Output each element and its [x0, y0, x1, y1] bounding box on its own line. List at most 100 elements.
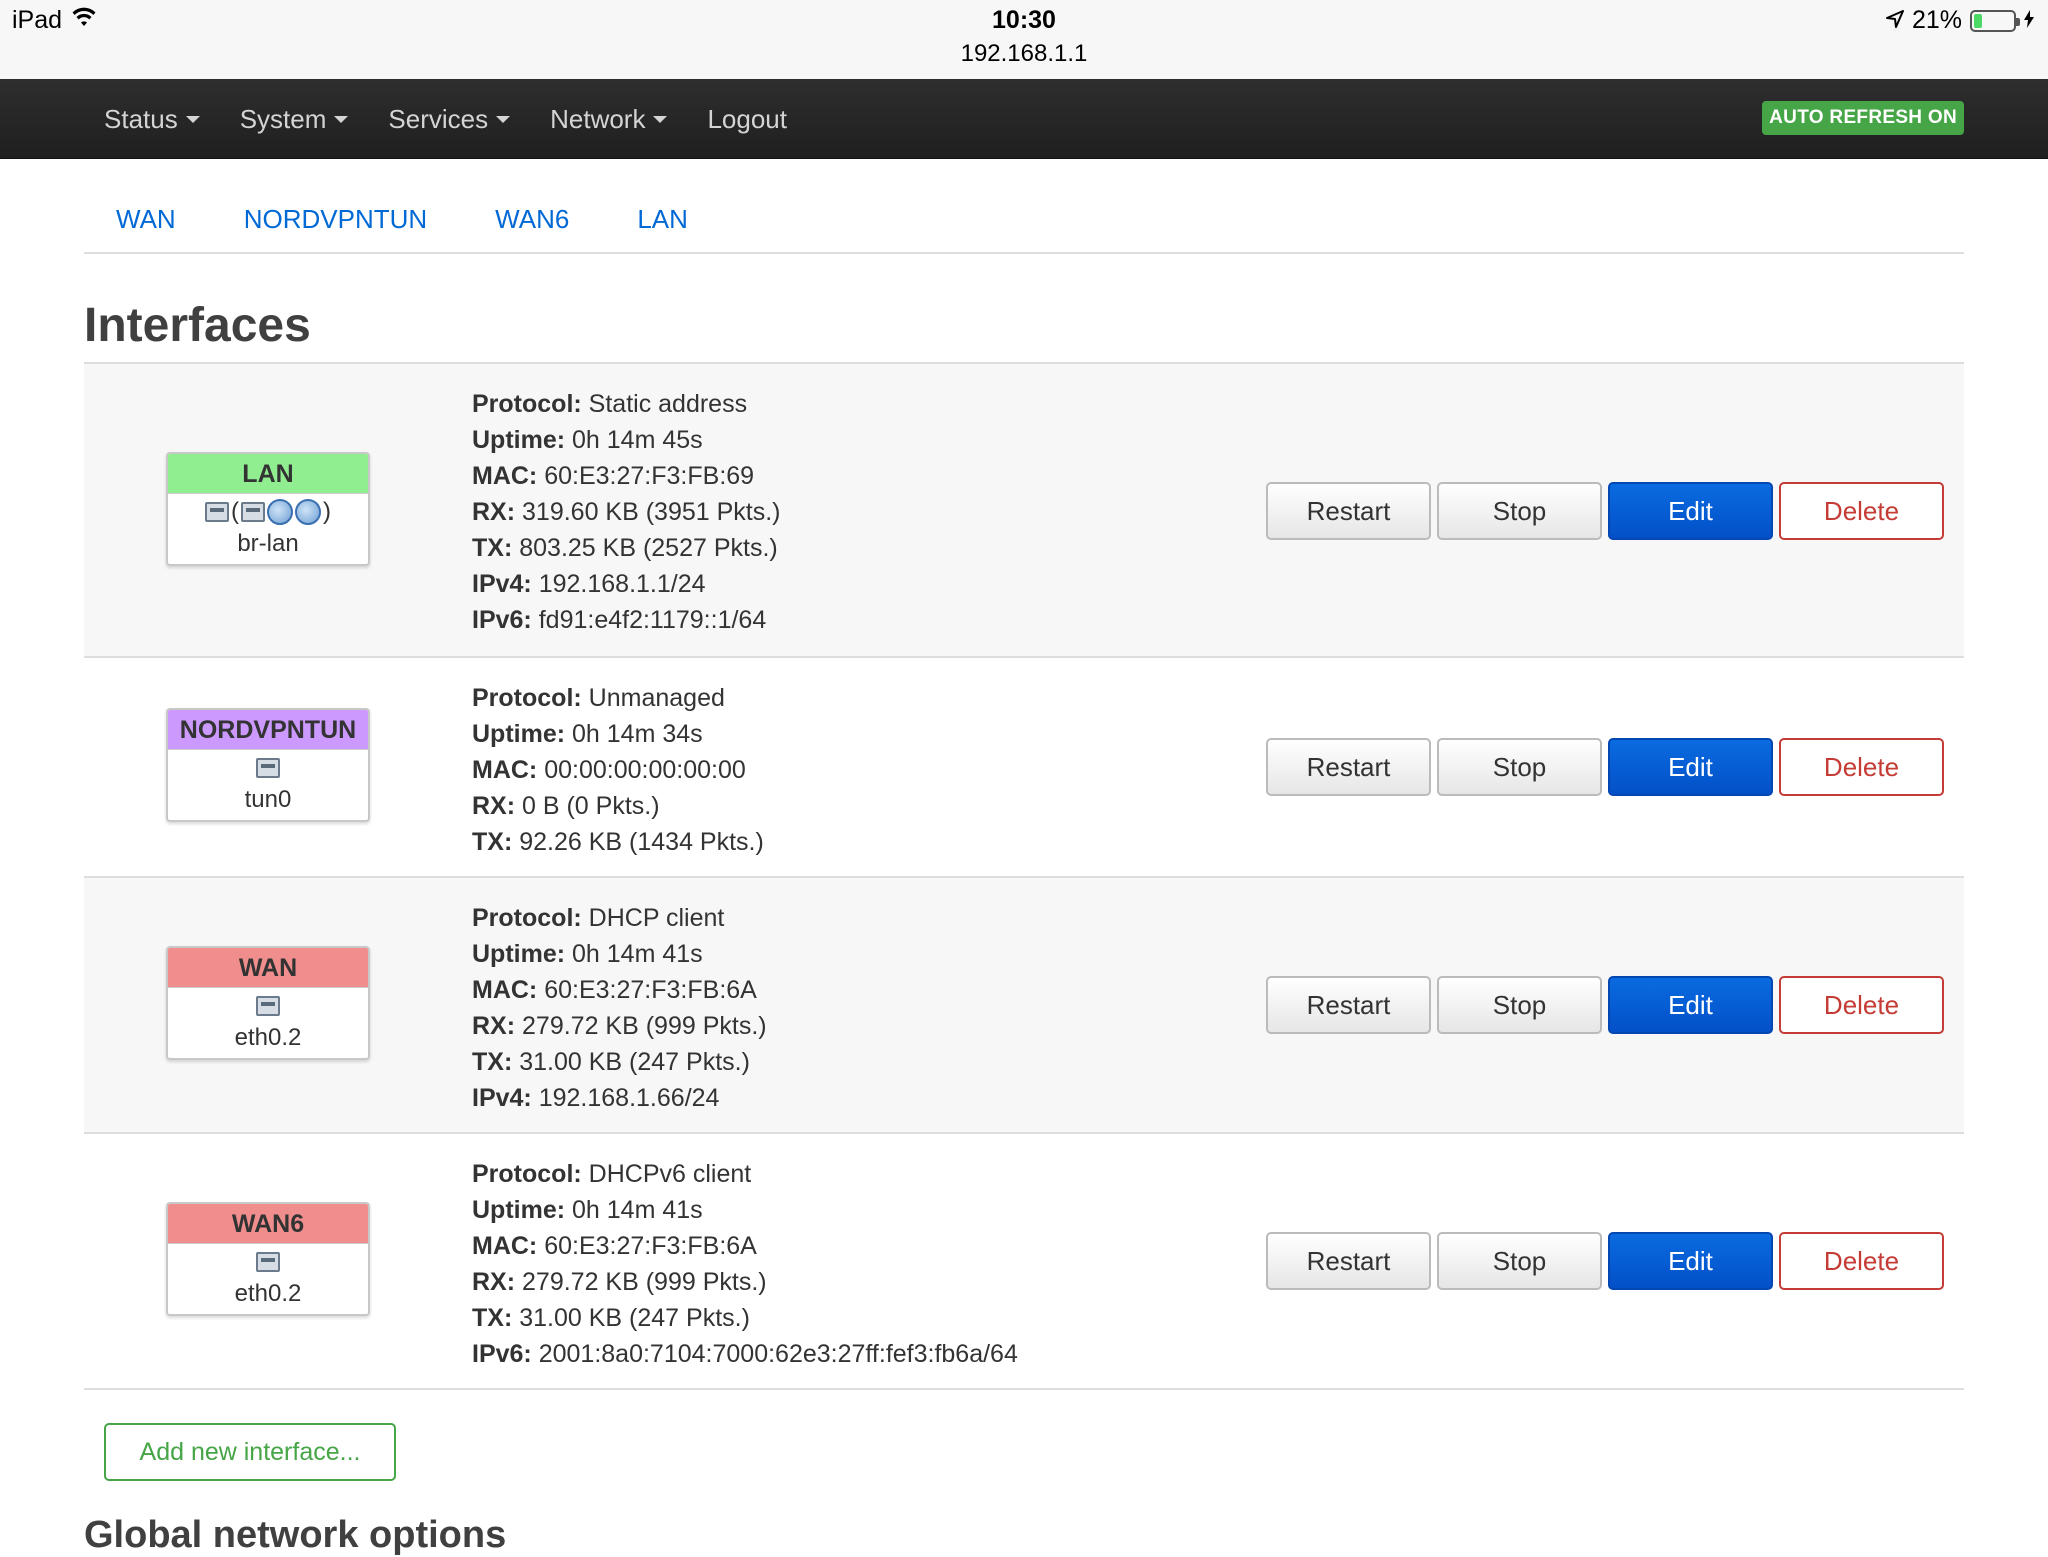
ios-status-bar: iPad 10:30 192.168.1.1 21%: [0, 0, 2048, 79]
battery-icon: [1970, 9, 2020, 32]
device-name: eth0.2: [234, 1024, 302, 1051]
detail-label: IPv6:: [472, 606, 532, 634]
interface-tabs: WAN NORDVPNTUN WAN6 LAN: [84, 190, 1964, 254]
detail-label: MAC:: [472, 462, 538, 490]
interface-name: WAN6: [168, 1204, 368, 1244]
add-interface-button[interactable]: Add new interface...: [104, 1423, 396, 1481]
detail-label: IPv4:: [472, 1084, 532, 1112]
restart-button[interactable]: Restart: [1266, 482, 1431, 540]
nav-item-services[interactable]: Services: [388, 103, 511, 135]
detail-label: MAC:: [472, 1232, 538, 1260]
stop-button[interactable]: Stop: [1437, 976, 1602, 1034]
detail-label: TX:: [472, 1304, 513, 1332]
detail-value: 803.25 KB (2527 Pkts.): [519, 534, 778, 562]
caret-down-icon: [653, 115, 668, 123]
restart-button[interactable]: Restart: [1266, 976, 1431, 1034]
delete-button[interactable]: Delete: [1779, 738, 1944, 796]
detail-line: RX: 279.72 KB (999 Pkts.): [472, 1008, 767, 1044]
detail-value: 0 B (0 Pkts.): [522, 792, 660, 820]
detail-label: Protocol:: [472, 1160, 582, 1188]
detail-value: 319.60 KB (3951 Pkts.): [522, 498, 781, 526]
detail-label: IPv4:: [472, 570, 532, 598]
detail-label: Uptime:: [472, 940, 566, 968]
interface-row: WAN eth0.2 Protocol: DHCP client Uptime: 0h…: [84, 878, 1964, 1134]
interface-row: WAN6 eth0.2 Protocol: DHCPv6 client Uptime:…: [84, 1134, 1964, 1390]
tab-lan[interactable]: LAN: [605, 190, 720, 252]
delete-button[interactable]: Delete: [1779, 1232, 1944, 1290]
nav-item-label: Services: [388, 103, 489, 134]
detail-line: TX: 31.00 KB (247 Pkts.): [472, 1044, 767, 1080]
detail-value: 0h 14m 34s: [572, 720, 703, 748]
interface-name: LAN: [168, 454, 368, 494]
detail-line: Protocol: Static address: [472, 386, 781, 422]
edit-button[interactable]: Edit: [1608, 482, 1773, 540]
interface-actions: Restart Stop Edit Delete: [1266, 1232, 1944, 1290]
interface-details: Protocol: Static address Uptime: 0h 14m 4…: [472, 386, 781, 638]
nav-item-logout[interactable]: Logout: [707, 104, 787, 135]
device-name: eth0.2: [234, 1280, 302, 1307]
device-icons: [168, 1244, 368, 1280]
detail-value: 192.168.1.66/24: [538, 1084, 720, 1112]
page-title: Interfaces: [84, 299, 311, 352]
tab-nordvpntun[interactable]: NORDVPNTUN: [212, 190, 459, 252]
detail-label: Uptime:: [472, 720, 566, 748]
status-right: 21%: [1885, 6, 2034, 35]
detail-label: MAC:: [472, 756, 538, 784]
nav-item-network[interactable]: Network: [550, 104, 668, 135]
detail-line: MAC: 00:00:00:00:00:00: [472, 752, 764, 788]
stop-button[interactable]: Stop: [1437, 482, 1602, 540]
delete-button[interactable]: Delete: [1779, 976, 1944, 1034]
url-bar[interactable]: 192.168.1.1: [0, 40, 2048, 68]
nav-menu: Status System Services Network Logout: [104, 79, 827, 159]
device-icons: [168, 988, 368, 1024]
device-icons: (): [168, 494, 368, 530]
device-name: tun0: [244, 786, 292, 813]
tab-wan6[interactable]: WAN6: [463, 190, 601, 252]
detail-value: 279.72 KB (999 Pkts.): [522, 1268, 767, 1296]
network-port-icon: [241, 502, 265, 522]
edit-button[interactable]: Edit: [1608, 738, 1773, 796]
restart-button[interactable]: Restart: [1266, 1232, 1431, 1290]
detail-line: Protocol: DHCP client: [472, 900, 767, 936]
restart-button[interactable]: Restart: [1266, 738, 1431, 796]
stop-button[interactable]: Stop: [1437, 1232, 1602, 1290]
detail-label: RX:: [472, 1268, 516, 1296]
interface-actions: Restart Stop Edit Delete: [1266, 976, 1944, 1034]
detail-value: 60:E3:27:F3:FB:6A: [544, 1232, 757, 1260]
detail-label: RX:: [472, 498, 516, 526]
detail-value: 31.00 KB (247 Pkts.): [519, 1304, 750, 1332]
detail-line: IPv4: 192.168.1.66/24: [472, 1080, 767, 1116]
stop-button[interactable]: Stop: [1437, 738, 1602, 796]
detail-label: RX:: [472, 792, 516, 820]
interface-badge: WAN eth0.2: [166, 946, 370, 1060]
detail-line: Uptime: 0h 14m 41s: [472, 1192, 1018, 1228]
network-port-icon: [256, 1252, 280, 1272]
location-arrow-icon: [1885, 6, 1904, 35]
detail-value: 192.168.1.1/24: [538, 570, 706, 598]
battery-percent: 21%: [1911, 6, 1962, 34]
detail-label: Uptime:: [472, 1196, 566, 1224]
interface-details: Protocol: Unmanaged Uptime: 0h 14m 34s MAC…: [472, 680, 764, 860]
detail-line: Uptime: 0h 14m 41s: [472, 936, 767, 972]
nav-item-status[interactable]: Status: [104, 104, 200, 135]
interface-details: Protocol: DHCP client Uptime: 0h 14m 41s M…: [472, 900, 767, 1116]
detail-value: 60:E3:27:F3:FB:69: [544, 462, 755, 490]
detail-value: 0h 14m 41s: [572, 1196, 703, 1224]
detail-line: RX: 0 B (0 Pkts.): [472, 788, 764, 824]
delete-button[interactable]: Delete: [1779, 482, 1944, 540]
detail-label: TX:: [472, 828, 513, 856]
interface-name: NORDVPNTUN: [168, 710, 368, 750]
detail-label: RX:: [472, 1012, 516, 1040]
tab-wan[interactable]: WAN: [84, 190, 208, 252]
detail-line: Protocol: Unmanaged: [472, 680, 764, 716]
detail-label: TX:: [472, 1048, 513, 1076]
auto-refresh-badge[interactable]: AUTO REFRESH ON: [1762, 101, 1964, 135]
nav-item-system[interactable]: System: [240, 104, 349, 135]
network-port-icon: [205, 502, 229, 522]
detail-value: 2001:8a0:7104:7000:62e3:27ff:fef3:fb6a/6…: [538, 1340, 1018, 1368]
bridge-paren: (: [231, 498, 239, 525]
edit-button[interactable]: Edit: [1608, 976, 1773, 1034]
edit-button[interactable]: Edit: [1608, 1232, 1773, 1290]
detail-label: Protocol:: [472, 684, 582, 712]
detail-value: 0h 14m 41s: [572, 940, 703, 968]
